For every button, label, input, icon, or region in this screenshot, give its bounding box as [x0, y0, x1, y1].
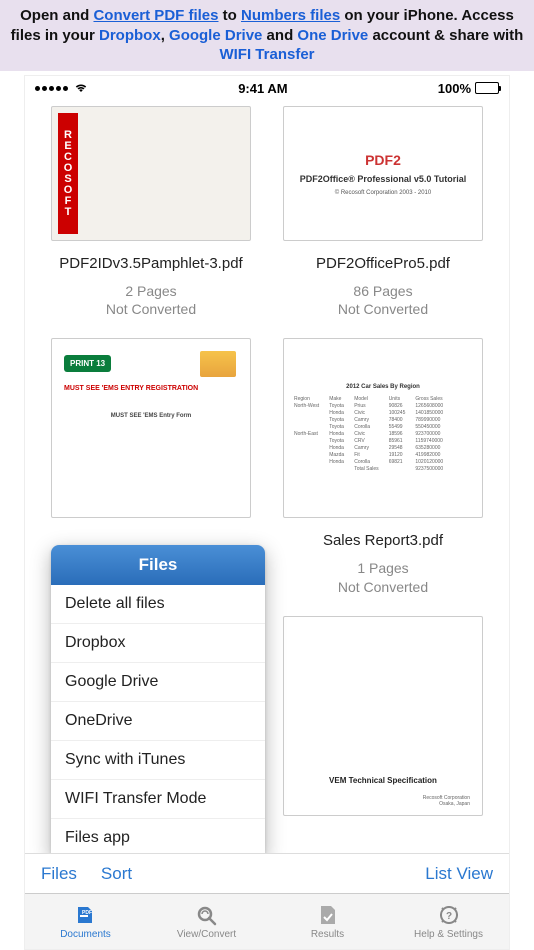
action-bar: Files Sort List View [25, 853, 509, 893]
document-state: Not Converted [338, 300, 428, 318]
document-thumbnail: PRINT 13 MUST SEE 'EMS ENTRY REGISTRATIO… [51, 338, 251, 518]
files-button[interactable]: Files [41, 864, 77, 884]
document-name: Sales Report3.pdf [323, 532, 443, 549]
wifi-icon [74, 81, 88, 96]
tab-label: View/Convert [177, 929, 236, 940]
signal-dot-icon [56, 86, 61, 91]
document-item[interactable]: PDF2 PDF2Office® Professional v5.0 Tutor… [267, 100, 499, 332]
document-item[interactable]: VEM Technical Specification Recosoft Cor… [267, 610, 499, 830]
documents-icon: PDF [73, 903, 99, 927]
document-name: PDF2IDv3.5Pamphlet-3.pdf [59, 255, 242, 272]
tab-bar: PDF Documents View/Convert Results ? Hel… [25, 893, 509, 949]
popover-item-google-drive[interactable]: Google Drive [51, 663, 265, 702]
header-banner: Open and Convert PDF files to Numbers fi… [0, 0, 534, 71]
popover-item-dropbox[interactable]: Dropbox [51, 624, 265, 663]
signal-dot-icon [35, 86, 40, 91]
document-name: PDF2OfficePro5.pdf [316, 255, 450, 272]
signal-dot-icon [63, 86, 68, 91]
highlight-onedrive: One Drive [297, 27, 368, 44]
battery-percent: 100% [438, 81, 471, 96]
document-state: Not Converted [338, 578, 428, 596]
document-pages: 2 Pages [106, 282, 196, 300]
popover-title: Files [51, 545, 265, 585]
svg-text:PDF: PDF [82, 910, 92, 916]
document-thumbnail: VEM Technical Specification Recosoft Cor… [283, 616, 483, 816]
document-pages: 1 Pages [338, 559, 428, 577]
link-convert-pdf[interactable]: Convert PDF files [93, 7, 218, 24]
tab-view-convert[interactable]: View/Convert [146, 894, 267, 949]
tab-label: Help & Settings [414, 929, 483, 940]
signal-dot-icon [42, 86, 47, 91]
tab-label: Results [311, 929, 344, 940]
battery-icon [475, 82, 499, 94]
results-icon [315, 903, 341, 927]
phone-frame: 9:41 AM 100% RECOSOFT PDF2IDv3.5Pamphlet… [24, 75, 510, 950]
list-view-button[interactable]: List View [425, 864, 493, 884]
files-popover: Files Delete all files Dropbox Google Dr… [51, 545, 265, 858]
status-bar: 9:41 AM 100% [25, 76, 509, 100]
document-item[interactable]: RECOSOFT PDF2IDv3.5Pamphlet-3.pdf 2 Page… [35, 100, 267, 332]
svg-text:?: ? [445, 911, 451, 922]
tab-label: Documents [60, 929, 111, 940]
popover-item-sync-itunes[interactable]: Sync with iTunes [51, 741, 265, 780]
document-grid[interactable]: RECOSOFT PDF2IDv3.5Pamphlet-3.pdf 2 Page… [25, 100, 509, 870]
sort-button[interactable]: Sort [101, 864, 132, 884]
document-state: Not Converted [106, 300, 196, 318]
highlight-googledrive: Google Drive [169, 27, 262, 44]
document-pages: 86 Pages [338, 282, 428, 300]
document-thumbnail: PDF2 PDF2Office® Professional v5.0 Tutor… [283, 106, 483, 241]
magnify-convert-icon [194, 903, 220, 927]
link-numbers-files[interactable]: Numbers files [241, 7, 340, 24]
popover-item-onedrive[interactable]: OneDrive [51, 702, 265, 741]
document-thumbnail: 2012 Car Sales By Region RegionNorth-Wes… [283, 338, 483, 518]
status-time: 9:41 AM [238, 81, 287, 96]
gear-help-icon: ? [436, 903, 462, 927]
signal-dot-icon [49, 86, 54, 91]
popover-item-wifi-transfer[interactable]: WIFI Transfer Mode [51, 780, 265, 819]
tab-documents[interactable]: PDF Documents [25, 894, 146, 949]
document-item[interactable]: 2012 Car Sales By Region RegionNorth-Wes… [267, 332, 499, 609]
tab-results[interactable]: Results [267, 894, 388, 949]
tab-help-settings[interactable]: ? Help & Settings [388, 894, 509, 949]
highlight-wifi: WIFI Transfer [219, 46, 314, 63]
highlight-dropbox: Dropbox [99, 27, 161, 44]
document-thumbnail: RECOSOFT [51, 106, 251, 241]
popover-item-delete-all[interactable]: Delete all files [51, 585, 265, 624]
